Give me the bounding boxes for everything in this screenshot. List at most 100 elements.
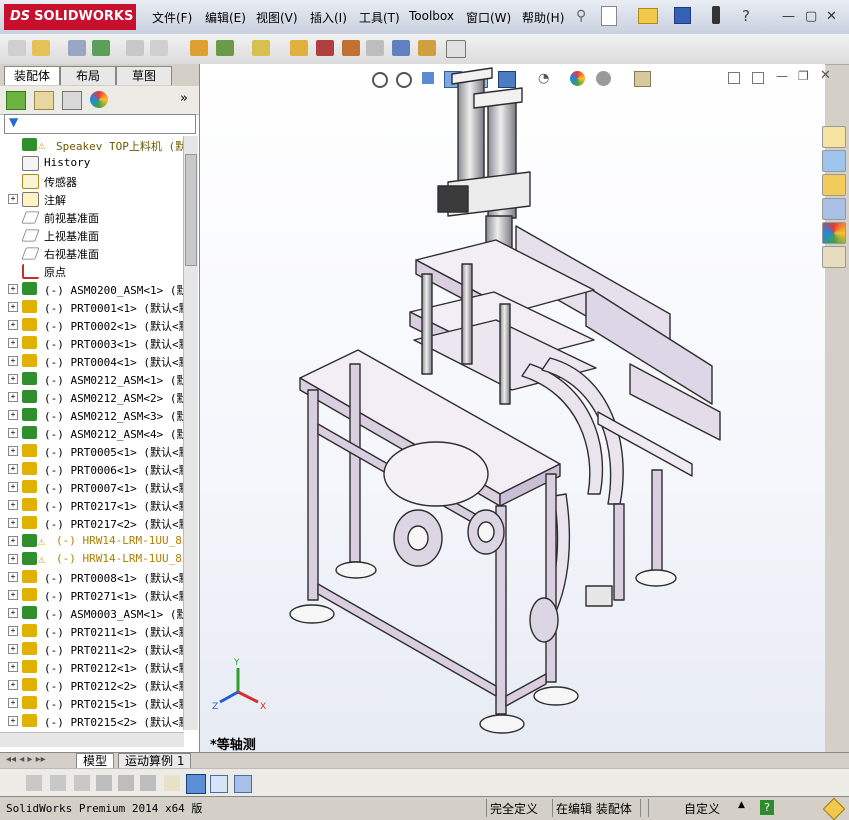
tab-assembly[interactable]: 装配体 bbox=[4, 66, 60, 85]
tree-item[interactable]: + (-) ASM0212_ASM<2> (默认 bbox=[0, 388, 184, 406]
tree-item[interactable]: 右视基准面 bbox=[0, 244, 184, 262]
tree-item[interactable]: + ⚠ (-) HRW14-LRM-1UU_85 bbox=[0, 532, 184, 550]
interference-icon[interactable] bbox=[392, 40, 410, 56]
tree-item[interactable]: ⚠ Speakev TOP上料机 (默认 bbox=[0, 136, 184, 154]
expand-toggle-icon[interactable]: + bbox=[8, 320, 18, 330]
expand-chevron-icon[interactable]: » bbox=[180, 91, 188, 106]
help-icon[interactable]: ? bbox=[742, 7, 750, 25]
expand-toggle-icon[interactable]: + bbox=[8, 554, 18, 564]
expand-toggle-icon[interactable]: + bbox=[8, 446, 18, 456]
tree-item[interactable]: 上视基准面 bbox=[0, 226, 184, 244]
tree-scroll-thumb[interactable] bbox=[185, 154, 197, 266]
expand-toggle-icon[interactable]: + bbox=[8, 338, 18, 348]
minimize-icon[interactable]: — bbox=[782, 9, 795, 24]
rebuild-disabled-icon[interactable] bbox=[26, 775, 42, 791]
assembly-features-icon[interactable] bbox=[216, 40, 234, 56]
expand-toggle-icon[interactable]: + bbox=[8, 572, 18, 582]
tree-item[interactable]: + (-) PRT0217<1> (默认<默 bbox=[0, 496, 184, 514]
tree-item[interactable]: + (-) PRT0271<1> (默认<默 bbox=[0, 586, 184, 604]
expand-toggle-icon[interactable]: + bbox=[8, 626, 18, 636]
tree-item[interactable]: + (-) ASM0212_ASM<3> (默认 bbox=[0, 406, 184, 424]
tree-item[interactable]: + (-) PRT0008<1> (默认<默 bbox=[0, 568, 184, 586]
bill-of-materials-icon[interactable] bbox=[316, 40, 334, 56]
expand-toggle-icon[interactable]: + bbox=[8, 284, 18, 294]
tree-item[interactable]: 传感器 bbox=[0, 172, 184, 190]
menu-file[interactable]: 文件(F) bbox=[152, 9, 192, 26]
suppress-disabled-icon[interactable] bbox=[74, 775, 90, 791]
graphics-area[interactable]: ◔ — ❐ ✕ Y X Z *等轴测 bbox=[200, 64, 831, 753]
appearances-icon[interactable] bbox=[822, 222, 846, 244]
tree-item[interactable]: + (-) PRT0002<1> (默认<默 bbox=[0, 316, 184, 334]
instant3d-icon[interactable] bbox=[446, 40, 466, 58]
bom-view-icon[interactable] bbox=[234, 775, 252, 793]
tree-item[interactable]: + 注解 bbox=[0, 190, 184, 208]
tree-item[interactable]: 前视基准面 bbox=[0, 208, 184, 226]
display-manager-icon[interactable] bbox=[90, 91, 108, 108]
save-icon[interactable] bbox=[674, 7, 691, 24]
tree-item[interactable]: + (-) PRT0211<2> (默认<默 bbox=[0, 640, 184, 658]
menu-edit[interactable]: 编辑(E) bbox=[205, 9, 246, 26]
units-dropdown-icon[interactable]: ▲ bbox=[738, 800, 745, 810]
tree-item[interactable]: + (-) PRT0003<1> (默认<默 bbox=[0, 334, 184, 352]
menu-window[interactable]: 窗口(W) bbox=[466, 9, 511, 26]
smart-fasteners-icon[interactable] bbox=[126, 40, 144, 56]
exploded-view-icon[interactable] bbox=[342, 40, 360, 56]
custom-properties-icon[interactable] bbox=[822, 246, 846, 268]
expand-toggle-icon[interactable]: + bbox=[8, 194, 18, 204]
view-palette-icon[interactable] bbox=[822, 198, 846, 220]
linear-pattern-icon[interactable] bbox=[92, 40, 110, 56]
tree-item[interactable]: + (-) PRT0212<1> (默认<默 bbox=[0, 658, 184, 676]
tree-item[interactable]: 原点 bbox=[0, 262, 184, 280]
expand-toggle-icon[interactable]: + bbox=[8, 590, 18, 600]
clearance-icon[interactable] bbox=[418, 40, 436, 56]
menu-tools[interactable]: 工具(T) bbox=[359, 9, 400, 26]
menu-view[interactable]: 视图(V) bbox=[256, 9, 298, 26]
rebuild-traffic-light-icon[interactable] bbox=[712, 6, 720, 24]
tree-item[interactable]: + (-) PRT0001<1> (默认<默 bbox=[0, 298, 184, 316]
tag-icon[interactable] bbox=[822, 797, 846, 820]
move-component-icon[interactable] bbox=[150, 40, 168, 56]
tree-item[interactable]: + (-) PRT0005<1> (默认<默 bbox=[0, 442, 184, 460]
menu-insert[interactable]: 插入(I) bbox=[310, 9, 347, 26]
menu-help[interactable]: 帮助(H) bbox=[522, 9, 564, 26]
hide-disabled-icon[interactable] bbox=[50, 775, 66, 791]
tree-item[interactable]: + (-) PRT0211<1> (默认<默 bbox=[0, 622, 184, 640]
new-document-icon[interactable] bbox=[601, 6, 617, 26]
tree-item[interactable]: + (-) PRT0006<1> (默认<默 bbox=[0, 460, 184, 478]
table-view-icon[interactable] bbox=[118, 775, 134, 791]
expand-toggle-icon[interactable]: + bbox=[8, 482, 18, 492]
solidworks-logo[interactable]: DS SOLIDWORKS bbox=[4, 4, 136, 30]
cube-view-icon[interactable] bbox=[186, 774, 206, 794]
show-hidden-icon[interactable] bbox=[190, 40, 208, 56]
design-library-icon[interactable] bbox=[822, 150, 846, 172]
insert-component-icon[interactable] bbox=[32, 40, 50, 56]
tree-item[interactable]: History bbox=[0, 154, 184, 172]
expand-toggle-icon[interactable]: + bbox=[8, 662, 18, 672]
tab-nav-arrows-icon[interactable]: ◂◂ ◂ ▸ ▸▸ bbox=[6, 754, 46, 765]
tree-item[interactable]: + (-) PRT0004<1> (默认<默 bbox=[0, 352, 184, 370]
expand-toggle-icon[interactable]: + bbox=[8, 356, 18, 366]
tree-item[interactable]: + (-) PRT0212<2> (默认<默 bbox=[0, 676, 184, 694]
expand-toggle-icon[interactable]: + bbox=[8, 464, 18, 474]
machine-model[interactable] bbox=[200, 64, 825, 752]
tree-item[interactable]: + (-) PRT0217<2> (默认<默 bbox=[0, 514, 184, 532]
expand-toggle-icon[interactable]: + bbox=[8, 608, 18, 618]
expand-toggle-icon[interactable]: + bbox=[8, 392, 18, 402]
split-view-icon[interactable] bbox=[210, 775, 228, 793]
expand-toggle-icon[interactable]: + bbox=[8, 518, 18, 528]
maximize-icon[interactable]: ▢ bbox=[805, 9, 817, 24]
tree-horizontal-scrollbar[interactable] bbox=[0, 732, 184, 747]
new-motion-study-icon[interactable] bbox=[290, 40, 308, 56]
tree-item[interactable]: + (-) ASM0200_ASM<1> (默认 bbox=[0, 280, 184, 298]
explode-line-icon[interactable] bbox=[366, 40, 384, 56]
resources-home-icon[interactable] bbox=[822, 126, 846, 148]
expand-toggle-icon[interactable]: + bbox=[8, 536, 18, 546]
quick-tips-help-icon[interactable]: ? bbox=[760, 800, 774, 815]
expand-toggle-icon[interactable]: + bbox=[8, 428, 18, 438]
tree-item[interactable]: + (-) PRT0215<2> (默认<默 bbox=[0, 712, 184, 730]
edit-component-icon[interactable] bbox=[8, 40, 26, 56]
tree-item[interactable]: + ⚠ (-) HRW14-LRM-1UU_85 bbox=[0, 550, 184, 568]
expand-toggle-icon[interactable]: + bbox=[8, 698, 18, 708]
feature-manager-icon[interactable] bbox=[6, 91, 26, 110]
tree-item[interactable]: + (-) ASM0212_ASM<4> (默认 bbox=[0, 424, 184, 442]
